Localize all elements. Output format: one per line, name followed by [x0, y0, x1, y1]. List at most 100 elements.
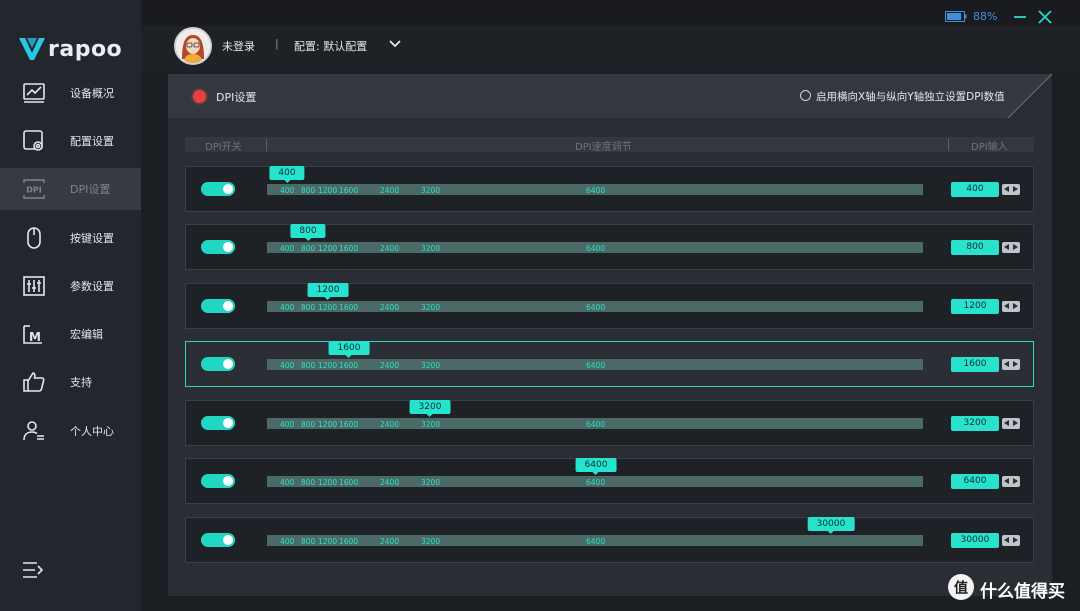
dpi-input-field[interactable]: 800 — [951, 240, 999, 255]
profile-selector[interactable]: 配置: 默认配置 — [294, 38, 367, 54]
dpi-row[interactable]: 400 800 1200 1600 2400 3200 6400 800 800 — [185, 224, 1034, 270]
chart-monitor-icon — [23, 83, 45, 103]
dpi-status-indicator — [193, 90, 206, 103]
dpi-tick-label: 1600 — [339, 478, 359, 487]
avatar[interactable] — [174, 27, 212, 65]
dpi-stepper[interactable] — [1002, 359, 1020, 370]
column-header-switch: DPI开关 — [205, 142, 242, 153]
dpi-tick-label: 2400 — [380, 537, 400, 546]
sidebar-item-support[interactable]: 支持 — [0, 361, 141, 403]
dpi-row[interactable]: 400 800 1200 1600 2400 3200 6400 30000 30000 — [185, 517, 1034, 563]
svg-text:值: 值 — [954, 580, 968, 597]
dpi-tick-label: 6400 — [586, 537, 606, 546]
dpi-tick-label: 3200 — [421, 420, 441, 429]
dpi-input-field[interactable]: 1600 — [951, 357, 999, 372]
sidebar-item-button-settings[interactable]: 按键设置 — [0, 217, 141, 259]
dpi-slider-handle[interactable]: 800 — [290, 224, 326, 241]
toggle-knob — [223, 418, 233, 428]
dpi-toggle[interactable] — [201, 533, 235, 547]
dpi-input-field[interactable]: 6400 — [951, 474, 999, 489]
dpi-tick-label: 1600 — [339, 186, 359, 195]
dpi-row[interactable]: 400 800 1200 1600 2400 3200 6400 400 400 — [185, 166, 1034, 212]
xy-independent-radio[interactable] — [800, 90, 811, 101]
dpi-slider-handle[interactable]: 1600 — [328, 341, 370, 358]
dpi-stepper[interactable] — [1002, 535, 1020, 546]
sidebar-item-label: 设备概况 — [70, 87, 114, 100]
dpi-input-field[interactable]: 30000 — [951, 533, 999, 548]
dpi-stepper[interactable] — [1002, 242, 1020, 253]
dpi-tick-label: 3200 — [421, 537, 441, 546]
dpi-tick-label: 800 — [301, 478, 316, 487]
minimize-icon[interactable] — [1012, 10, 1028, 24]
increment-arrow-icon[interactable] — [1013, 478, 1018, 484]
dpi-tick-label: 800 — [301, 537, 316, 546]
decrement-arrow-icon[interactable] — [1004, 244, 1009, 250]
dpi-row[interactable]: 400 800 1200 1600 2400 3200 6400 1600 1600 — [185, 341, 1034, 387]
sidebar-item-config-settings[interactable]: 配置设置 — [0, 120, 141, 162]
dpi-tick-label: 3200 — [421, 244, 441, 253]
dpi-tick-label: 3200 — [421, 303, 441, 312]
brand-name: rapoo — [48, 36, 123, 62]
decrement-arrow-icon[interactable] — [1004, 537, 1009, 543]
dpi-slider-handle[interactable]: 6400 — [575, 458, 617, 475]
svg-text:M: M — [29, 330, 41, 344]
dpi-toggle[interactable] — [201, 299, 235, 313]
dpi-tick-label: 3200 — [421, 478, 441, 487]
dpi-tick-label: 1600 — [339, 303, 359, 312]
dpi-stepper[interactable] — [1002, 184, 1020, 195]
decrement-arrow-icon[interactable] — [1004, 186, 1009, 192]
dpi-slider-handle[interactable]: 400 — [269, 166, 305, 183]
dpi-tick-label: 1200 — [318, 244, 338, 253]
sidebar-item-label: 支持 — [70, 376, 92, 389]
dpi-toggle[interactable] — [201, 357, 235, 371]
login-status[interactable]: 未登录 — [222, 38, 255, 54]
xy-independent-label[interactable]: 启用横向X轴与纵向Y轴独立设置DPI数值 — [816, 89, 1005, 104]
sidebar-item-personal-center[interactable]: 个人中心 — [0, 410, 141, 452]
dpi-tick-label: 800 — [301, 420, 316, 429]
decrement-arrow-icon[interactable] — [1004, 303, 1009, 309]
header-separator: | — [275, 37, 279, 50]
dpi-tick-label: 2400 — [380, 244, 400, 253]
sidebar-item-label: 个人中心 — [70, 425, 114, 438]
dpi-toggle[interactable] — [201, 240, 235, 254]
dpi-stepper[interactable] — [1002, 418, 1020, 429]
decrement-arrow-icon[interactable] — [1004, 478, 1009, 484]
dpi-stepper[interactable] — [1002, 301, 1020, 312]
increment-arrow-icon[interactable] — [1013, 303, 1018, 309]
sidebar-item-device-overview[interactable]: 设备概况 — [0, 72, 141, 114]
dpi-tick-label: 800 — [301, 244, 316, 253]
dpi-row[interactable]: 400 800 1200 1600 2400 3200 6400 1200 1200 — [185, 283, 1034, 329]
avatar-girl-icon — [176, 29, 210, 63]
increment-arrow-icon[interactable] — [1013, 420, 1018, 426]
increment-arrow-icon[interactable] — [1013, 537, 1018, 543]
close-icon[interactable] — [1037, 9, 1053, 25]
dpi-row[interactable]: 400 800 1200 1600 2400 3200 6400 6400 6400 — [185, 458, 1034, 504]
decrement-arrow-icon[interactable] — [1004, 420, 1009, 426]
column-divider — [948, 139, 949, 151]
sidebar-item-dpi-settings[interactable]: DPI DPI设置 — [0, 168, 141, 210]
sidebar-item-macro-editor[interactable]: M 宏编辑 — [0, 313, 141, 355]
dpi-tick-label: 2400 — [380, 420, 400, 429]
increment-arrow-icon[interactable] — [1013, 186, 1018, 192]
increment-arrow-icon[interactable] — [1013, 361, 1018, 367]
dpi-tick-label: 400 — [280, 478, 295, 487]
decrement-arrow-icon[interactable] — [1004, 361, 1009, 367]
sidebar-item-param-settings[interactable]: 参数设置 — [0, 265, 141, 307]
dpi-input-field[interactable]: 3200 — [951, 416, 999, 431]
dpi-tick-label: 3200 — [421, 361, 441, 370]
dpi-toggle[interactable] — [201, 416, 235, 430]
increment-arrow-icon[interactable] — [1013, 244, 1018, 250]
dpi-row[interactable]: 400 800 1200 1600 2400 3200 6400 3200 3200 — [185, 400, 1034, 446]
column-header-slider: DPI速度调节 — [575, 142, 632, 153]
dpi-toggle[interactable] — [201, 474, 235, 488]
dpi-input-field[interactable]: 400 — [951, 182, 999, 197]
toggle-knob — [223, 184, 233, 194]
chevron-down-icon[interactable] — [388, 38, 402, 50]
dpi-input-field[interactable]: 1200 — [951, 299, 999, 314]
dpi-toggle[interactable] — [201, 182, 235, 196]
menu-collapse-icon[interactable] — [22, 560, 44, 580]
dpi-stepper[interactable] — [1002, 476, 1020, 487]
dpi-slider-handle[interactable]: 3200 — [409, 400, 451, 417]
dpi-slider-handle[interactable]: 1200 — [307, 283, 349, 300]
dpi-slider-handle[interactable]: 30000 — [807, 517, 855, 534]
